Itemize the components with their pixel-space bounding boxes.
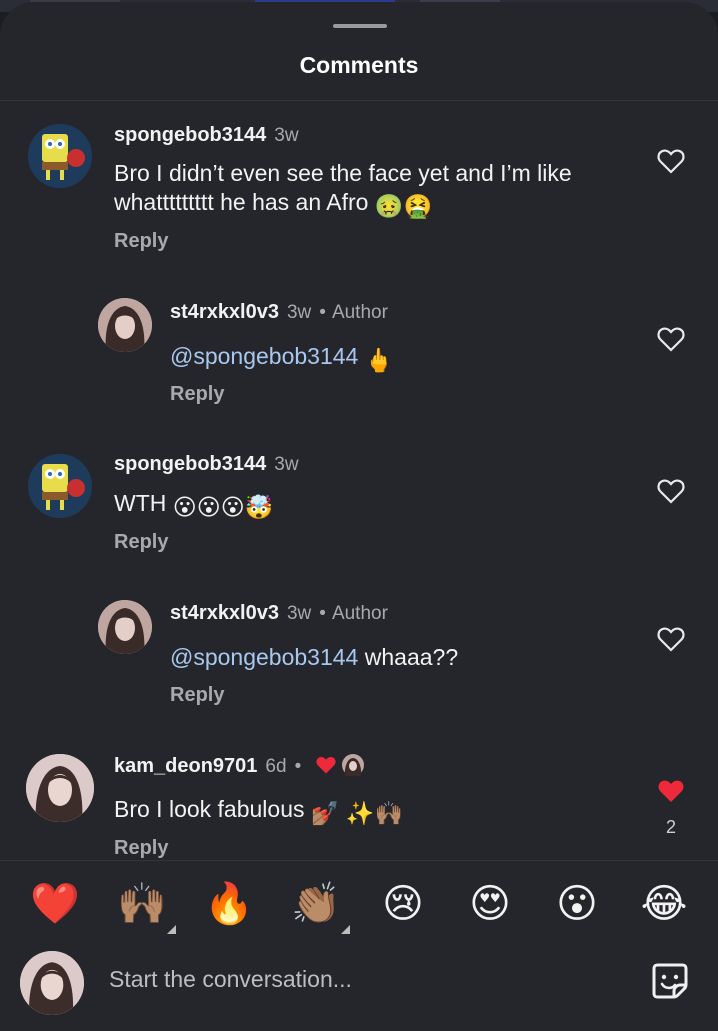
mention-link[interactable]: @spongebob3144 [170,343,358,369]
creator-avatar-mini [342,754,365,776]
comment-time: 6d [265,756,287,777]
comment-time: 3w [286,603,312,624]
comment-text: @spongebob3144 whaaa?? [170,644,459,670]
heart-outline-icon[interactable] [657,326,685,352]
comment-text: @spongebob3144 🖕 [170,342,393,375]
react-surprised-face[interactable]: 😮 [551,878,603,930]
avatar[interactable] [28,454,92,518]
react-crying-face[interactable]: 😢 [377,878,429,930]
react-fire[interactable]: 🔥 [203,878,255,930]
avatar[interactable] [26,754,94,822]
creator-liked-heart-icon [316,756,336,774]
sheet-title: Comments [299,52,419,78]
heart-outline-icon[interactable] [657,478,685,504]
comment-username[interactable]: st4rxkxl0v3 3w • Author [170,602,388,625]
comment-text: Bro I look fabulous 💅🏽 ✨🙌🏽 [114,796,404,826]
author-badge: Author [331,302,388,323]
react-clapping-hands[interactable]: 👏🏽 [290,878,350,934]
comment-username[interactable]: kam_deon9701 6d • [114,754,365,778]
comment-text: Bro I didn’t even see the face yet and I… [114,160,572,219]
reply-button[interactable]: Reply [114,230,168,253]
heart-outline-icon[interactable] [657,148,685,174]
react-raising-hands[interactable]: 🙌🏽 [116,878,176,934]
comment-username[interactable]: spongebob3144 3w [114,453,299,476]
comment-username[interactable]: spongebob3144 3w [114,124,299,147]
reply-button[interactable]: Reply [114,531,168,554]
mention-link[interactable]: @spongebob3144 [170,644,358,670]
heart-filled-icon[interactable] [657,778,685,804]
react-red-heart[interactable]: ❤️ [29,878,81,930]
comment-composer: Start the conversation... [0,946,718,1031]
my-avatar[interactable] [20,951,84,1015]
sticker-icon[interactable] [650,961,690,1001]
comment-time: 3w [274,125,299,146]
react-laughing-face[interactable]: 😂 [638,878,690,930]
reply-button[interactable]: Reply [170,684,224,707]
reactions-divider [0,860,718,861]
comment-emojis: 🤢🤮 [374,193,433,219]
react-heart-eyes[interactable]: 😍 [464,878,516,930]
comment-emojis: 🖕 [364,347,394,373]
avatar[interactable] [98,600,152,654]
comment-username[interactable]: st4rxkxl0v3 3w • Author [170,301,388,324]
heart-outline-icon[interactable] [657,626,685,652]
tone-menu-indicator [341,925,350,934]
comment-emojis: 😮😮😮🤯 [172,494,274,520]
comments-sheet: Comments spongebob3144 3w Bro I didn’t ev… [0,2,718,1031]
avatar[interactable] [98,298,152,352]
reply-button[interactable]: Reply [170,383,224,406]
comment-emojis: 💅🏽 ✨🙌🏽 [310,800,404,826]
avatar[interactable] [28,124,92,188]
like-count: 2 [665,817,676,837]
quick-reactions-bar: ❤️ 🙌🏽 🔥 👏🏽 😢 😍 😮 😂 [0,862,718,946]
author-badge: Author [331,603,388,624]
comment-input[interactable]: Start the conversation... [109,966,352,993]
drag-handle[interactable] [333,24,387,28]
tone-menu-indicator [167,925,176,934]
comment-text: WTH 😮😮😮🤯 [114,490,274,520]
comment-time: 3w [286,302,312,323]
comment-time: 3w [274,454,299,475]
reply-button[interactable]: Reply [114,837,168,860]
header-divider [0,100,718,101]
